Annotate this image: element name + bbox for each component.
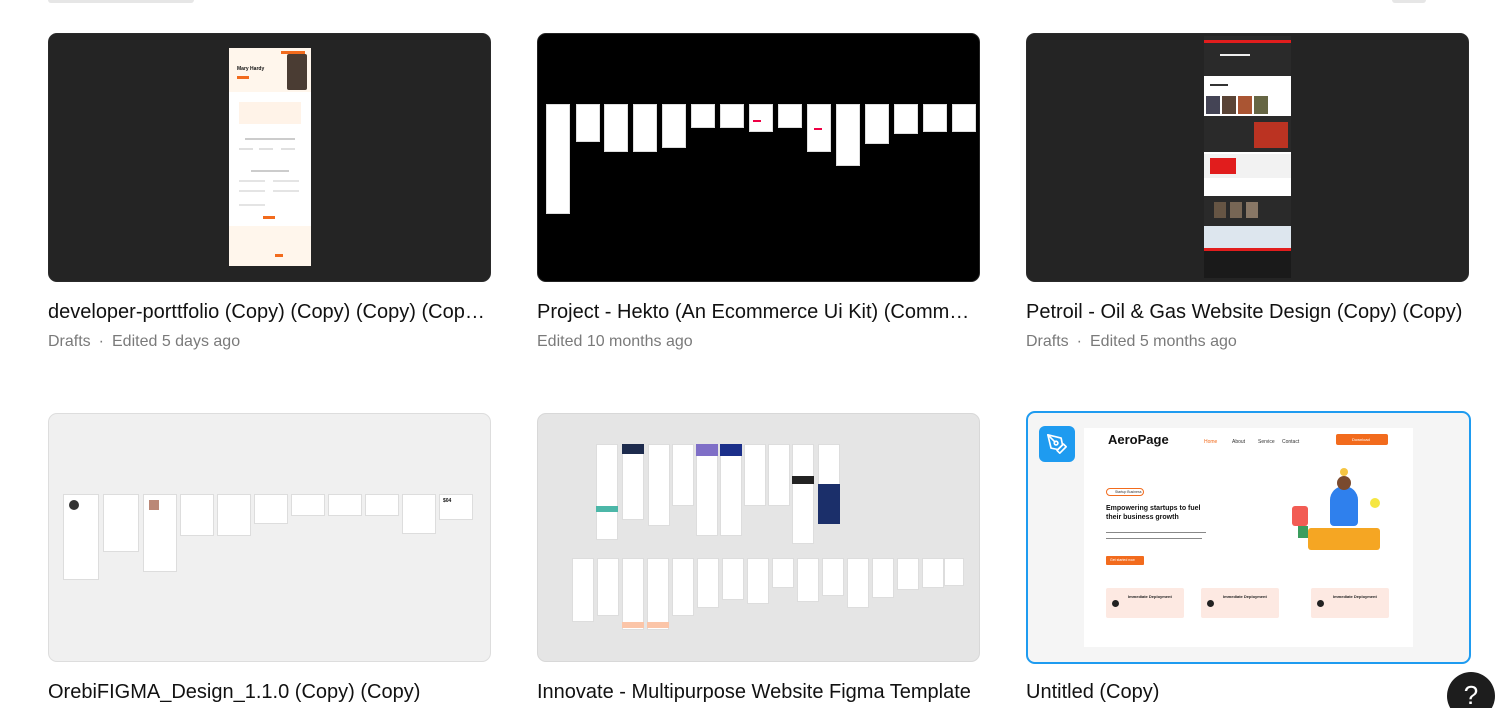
screen-preview xyxy=(872,558,894,598)
screen-preview xyxy=(897,558,919,590)
file-title[interactable]: developer-porttfolio (Copy) (Copy) (Copy… xyxy=(48,300,491,324)
screen-preview xyxy=(772,558,794,588)
file-title[interactable]: Project - Hekto (An Ecommerce Ui Kit) (C… xyxy=(537,300,980,324)
screen-preview xyxy=(697,558,719,608)
aero-cta-label: Get started now xyxy=(1110,558,1135,562)
screen-preview xyxy=(822,558,844,596)
screen-preview xyxy=(217,494,251,536)
aero-illustration xyxy=(1290,468,1390,558)
screen-preview xyxy=(923,104,947,132)
file-thumbnail[interactable]: $04 xyxy=(48,413,491,662)
file-meta: Drafts · Edited 5 months ago xyxy=(1026,332,1237,352)
screen-preview xyxy=(622,558,644,630)
screen-preview xyxy=(648,444,670,526)
screen-preview xyxy=(847,558,869,608)
screen-preview xyxy=(922,558,944,588)
file-title[interactable]: Untitled (Copy) xyxy=(1026,680,1469,704)
pen-tool-icon xyxy=(1039,426,1075,462)
screen-preview xyxy=(576,104,600,142)
screen-preview xyxy=(747,558,769,604)
screen-preview xyxy=(572,558,594,622)
screen-preview xyxy=(180,494,214,536)
screen-preview xyxy=(792,444,814,544)
screen-preview xyxy=(865,104,889,144)
screen-preview xyxy=(720,104,744,128)
screen-preview xyxy=(952,104,976,132)
screen-preview xyxy=(894,104,918,134)
screen-preview xyxy=(622,444,644,520)
aero-logo: AeroPage xyxy=(1108,432,1169,447)
screen-preview xyxy=(604,104,628,152)
screen-preview xyxy=(696,444,718,536)
screen-preview xyxy=(722,558,744,600)
aero-tag: Startup Business xyxy=(1106,488,1144,496)
screen-preview xyxy=(672,444,694,506)
screen-preview xyxy=(672,558,694,616)
aero-feature-card: Immediate Deployment xyxy=(1106,588,1184,618)
file-thumbnail[interactable]: AeroPage Home About Service Contact Down… xyxy=(1026,411,1471,664)
screen-preview xyxy=(749,104,773,132)
screen-preview xyxy=(328,494,362,516)
screen-preview xyxy=(596,444,618,540)
file-title[interactable]: Petroil - Oil & Gas Website Design (Copy… xyxy=(1026,300,1469,324)
screen-preview xyxy=(647,558,669,630)
file-location[interactable]: Drafts xyxy=(1026,333,1069,350)
help-button[interactable]: ? xyxy=(1447,672,1495,708)
file-thumbnail[interactable]: Mary Hardy xyxy=(48,33,491,282)
aeropage-preview: AeroPage Home About Service Contact Down… xyxy=(1084,428,1413,647)
file-edited: Edited 5 days ago xyxy=(112,333,241,350)
meta-separator: · xyxy=(1076,333,1082,350)
file-meta: Drafts · Edited 5 days ago xyxy=(48,332,240,352)
file-edited: Edited 10 months ago xyxy=(537,333,693,350)
screen-preview xyxy=(103,494,139,552)
screen-preview xyxy=(597,558,619,616)
aero-feature-card: Immediate Deployment xyxy=(1311,588,1389,618)
screen-preview xyxy=(662,104,686,148)
previous-row-fragment xyxy=(1392,0,1426,3)
meta-separator: · xyxy=(98,333,104,350)
screen-preview xyxy=(836,104,860,166)
aero-download-button: Download xyxy=(1336,434,1388,445)
aero-nav-item: Service xyxy=(1258,439,1275,445)
file-thumbnail[interactable] xyxy=(537,33,980,282)
screen-preview xyxy=(546,104,570,214)
aero-nav-item: Contact xyxy=(1282,439,1300,445)
question-icon: ? xyxy=(1463,680,1479,708)
aero-nav-item: About xyxy=(1232,439,1246,445)
screen-preview xyxy=(633,104,657,152)
previous-row-fragment xyxy=(48,0,194,3)
file-thumbnail[interactable] xyxy=(1026,33,1469,282)
file-title[interactable]: Innovate - Multipurpose Website Figma Te… xyxy=(537,680,980,704)
price-label: $04 xyxy=(443,498,452,504)
file-edited: Edited 5 months ago xyxy=(1090,333,1237,350)
file-location[interactable]: Drafts xyxy=(48,333,91,350)
screen-preview xyxy=(944,558,964,586)
screen-preview xyxy=(778,104,802,128)
aero-headline: Empowering startups to fuel their busine… xyxy=(1106,505,1201,521)
screen-preview xyxy=(291,494,325,516)
aero-cta: Get started now xyxy=(1106,556,1144,565)
portfolio-name: Mary Hardy xyxy=(237,66,265,72)
screen-preview xyxy=(691,104,715,128)
aero-feature-card: Immediate Deployment xyxy=(1201,588,1279,618)
screen-preview xyxy=(720,444,742,536)
screen-preview xyxy=(768,444,790,506)
aero-tag-label: Startup Business xyxy=(1115,490,1142,494)
screen-preview xyxy=(254,494,288,524)
screen-preview xyxy=(402,494,436,534)
aero-nav-item: Home xyxy=(1204,439,1218,445)
file-meta: Edited 10 months ago xyxy=(537,332,693,352)
aero-download-label: Download xyxy=(1352,437,1370,442)
screen-preview xyxy=(797,558,819,602)
screen-preview xyxy=(744,444,766,506)
petroil-preview xyxy=(1204,36,1291,278)
screen-preview xyxy=(365,494,399,516)
file-title[interactable]: OrebiFIGMA_Design_1.1.0 (Copy) (Copy) xyxy=(48,680,491,704)
portfolio-preview: Mary Hardy xyxy=(229,48,311,266)
file-thumbnail[interactable] xyxy=(537,413,980,662)
